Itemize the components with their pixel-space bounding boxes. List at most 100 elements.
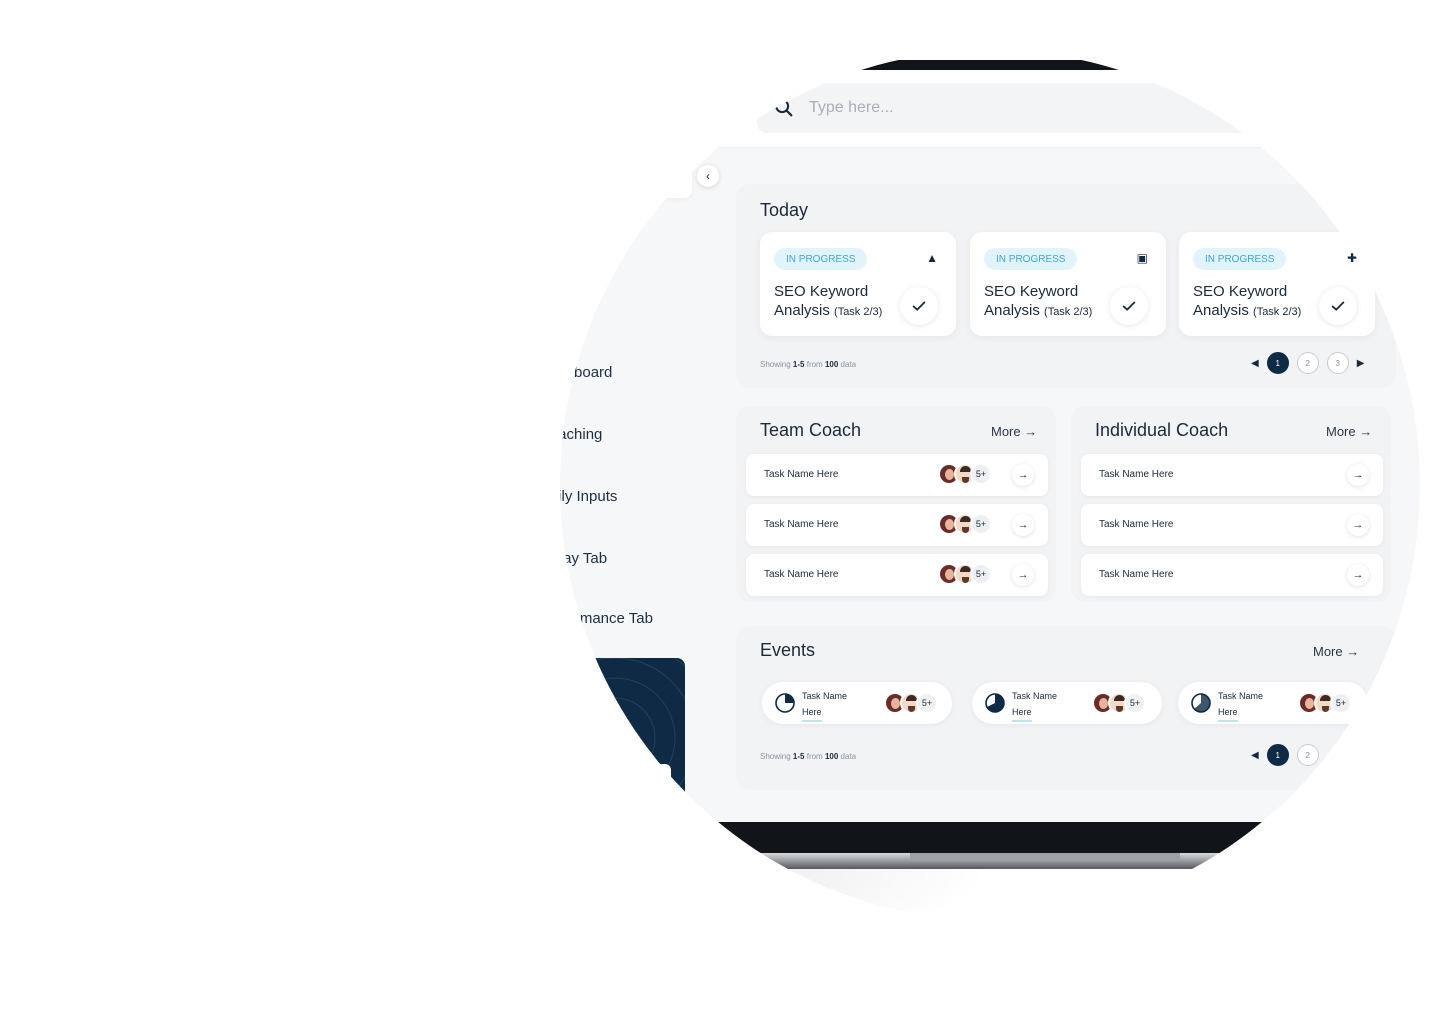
event-name: Task Name Here	[1012, 688, 1057, 722]
team-coach-row[interactable]: Task Name Here 5+ →	[746, 554, 1048, 596]
today-panel: Today IN PROGRESS ▲ SEO Keyword Analysis…	[736, 184, 1396, 388]
chevron-left-icon: ‹	[706, 169, 710, 183]
task-name: Task Name Here	[764, 519, 839, 530]
company-avatar: C	[488, 259, 518, 289]
task-title: SEO Keyword Analysis (Task 2/3)	[774, 283, 883, 319]
task-name: Task Name Here	[764, 469, 839, 480]
complete-task-button[interactable]	[900, 287, 938, 325]
status-badge: IN PROGRESS	[984, 248, 1078, 270]
view-all-label: View All Projects	[487, 311, 576, 325]
arrow-right-icon[interactable]: →	[1012, 514, 1034, 536]
avatar-group: 5+	[938, 463, 992, 485]
event-name: Task Name Here	[802, 688, 847, 722]
nav-item-coaching[interactable]: Coaching	[482, 412, 602, 456]
view-all-projects-link[interactable]: View All Projects ›	[487, 311, 585, 325]
help-card: ? Need help? Please check our docs DOCUM…	[491, 658, 685, 808]
arrow-right-icon[interactable]: →	[1012, 464, 1034, 486]
nav-item-performance-tab[interactable]: Performance Tab	[482, 596, 653, 640]
individual-coach-row[interactable]: Task Name Here →	[1081, 504, 1383, 546]
avatar-more-count: 5+	[970, 513, 992, 535]
page-button[interactable]: 3	[1326, 352, 1349, 374]
avatar-more-count: 5+	[916, 692, 938, 714]
complete-task-button[interactable]	[1110, 287, 1148, 325]
search-input[interactable]	[809, 99, 1309, 117]
nav-label: Daily Inputs	[539, 487, 618, 505]
arrow-right-icon[interactable]: →	[1347, 464, 1369, 486]
nav-item-today-tab[interactable]: Today Tab	[482, 536, 607, 580]
company-item-b[interactable]: B Company B	[480, 203, 692, 247]
status-badge: IN PROGRESS	[774, 248, 868, 270]
page-button[interactable]: 2	[1296, 744, 1319, 766]
event-card[interactable]: Task Name Here 5+	[762, 682, 952, 724]
nav-label: Today Tab	[539, 549, 608, 567]
task-name: Task Name Here	[1099, 519, 1174, 530]
top-header: Receptive	[470, 70, 1430, 148]
laptop-notch	[910, 853, 1180, 861]
task-card[interactable]: IN PROGRESS ✚ SEO Keyword Analysis (Task…	[1179, 232, 1375, 336]
individual-coach-panel: Individual Coach More → Task Name Here →…	[1071, 406, 1391, 602]
team-coach-row[interactable]: Task Name Here 5+ →	[746, 504, 1048, 546]
team-coach-panel: Team Coach More → Task Name Here 5+ → Ta…	[736, 406, 1056, 602]
team-coach-row[interactable]: Task Name Here 5+ →	[746, 454, 1048, 496]
today-title: Today	[760, 200, 809, 220]
check-icon	[1122, 301, 1136, 311]
avatar-more-count: 5+	[1330, 692, 1352, 714]
showing-count: Showing 1-5 from 100 data	[760, 360, 857, 369]
task-name: Task Name Here	[1099, 569, 1174, 580]
app-name: Receptive	[538, 95, 619, 114]
avatar-group: 5+	[1298, 692, 1352, 714]
page-button[interactable]: 1	[1266, 744, 1289, 766]
event-card[interactable]: Task Name Here 5+	[1178, 682, 1368, 724]
today-pagination: ◀ 1 2 3 ▶	[1251, 352, 1364, 374]
prev-page-icon[interactable]: ◀	[1251, 358, 1259, 369]
arrow-right-icon[interactable]: →	[1347, 564, 1369, 586]
help-subtitle: Please check our docs	[506, 743, 607, 754]
nav-label: Performance Tab	[539, 609, 653, 627]
status-badge: IN PROGRESS	[1193, 248, 1287, 270]
laptop-base	[330, 853, 1250, 869]
showing-count: Showing 1-5 from 100 data	[760, 752, 857, 761]
task-card[interactable]: IN PROGRESS ▣ SEO Keyword Analysis (Task…	[970, 232, 1166, 336]
individual-coach-more-link[interactable]: More →	[1326, 424, 1372, 439]
event-card[interactable]: Task Name Here 5+	[972, 682, 1162, 724]
avatar-group: 5+	[884, 692, 938, 714]
task-card[interactable]: IN PROGRESS ▲ SEO Keyword Analysis (Task…	[760, 232, 956, 336]
chart-line-icon	[482, 598, 522, 638]
app-logo[interactable]: Receptive	[500, 88, 618, 122]
events-more-link[interactable]: More →	[1313, 644, 1359, 659]
events-title: Events	[760, 640, 816, 660]
help-title: Need help?	[506, 716, 593, 733]
individual-coach-row[interactable]: Task Name Here →	[1081, 454, 1383, 496]
documentation-button[interactable]: DOCUMENTATION	[505, 764, 671, 794]
prev-page-icon[interactable]: ◀	[1251, 750, 1259, 761]
teams-icon: ▣	[1136, 251, 1148, 265]
avatar-group: 5+	[1092, 692, 1146, 714]
company-item-c[interactable]: C Company C	[480, 252, 692, 296]
nav-label: Coaching	[539, 425, 603, 443]
stopwatch-icon	[482, 476, 522, 516]
task-title: SEO Keyword Analysis (Task 2/3)	[1193, 283, 1302, 319]
next-page-icon[interactable]: ▶	[1357, 358, 1365, 369]
collapse-sidebar-button[interactable]: ‹	[697, 165, 719, 187]
team-coach-more-link[interactable]: More →	[991, 424, 1037, 439]
page-button[interactable]: 2	[1296, 352, 1319, 374]
individual-coach-row[interactable]: Task Name Here →	[1081, 554, 1383, 596]
team-coach-title: Team Coach	[760, 420, 862, 440]
nav-label: Dashboard	[539, 363, 613, 381]
nav-item-daily-inputs[interactable]: Daily Inputs	[482, 474, 617, 518]
nav-item-dashboard[interactable]: Dashboard	[482, 350, 612, 394]
progress-pie-icon	[985, 693, 1005, 713]
search-bar[interactable]	[757, 83, 1430, 133]
complete-task-button[interactable]	[1319, 287, 1357, 325]
avatar-more-count: 5+	[970, 563, 992, 585]
company-avatar: B	[488, 210, 518, 240]
plus-icon: ✚	[1346, 251, 1357, 265]
company-item-a[interactable]: A Company A	[480, 154, 692, 198]
arrow-right-icon[interactable]: →	[1347, 514, 1369, 536]
page-button[interactable]: 1	[1266, 352, 1289, 374]
company-avatar: A	[488, 161, 518, 191]
users-icon	[482, 414, 522, 454]
task-title: SEO Keyword Analysis (Task 2/3)	[984, 283, 1093, 319]
task-name: Task Name Here	[764, 569, 839, 580]
arrow-right-icon[interactable]: →	[1012, 564, 1034, 586]
